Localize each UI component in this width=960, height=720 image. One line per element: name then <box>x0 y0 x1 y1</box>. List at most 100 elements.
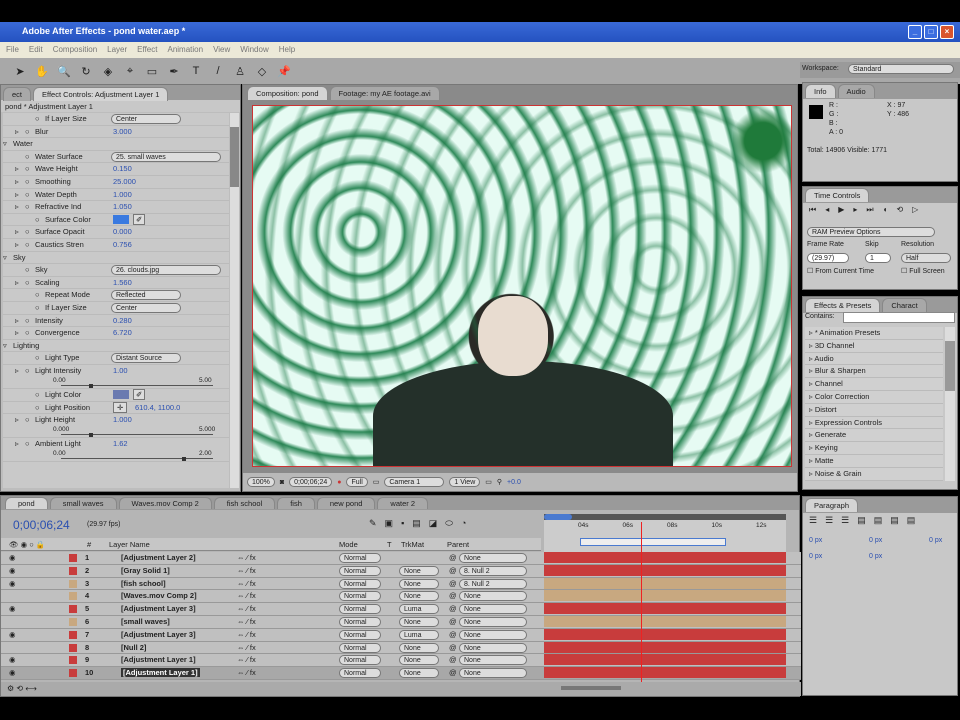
tab-footage[interactable]: Footage: my AE footage.avi <box>329 86 440 100</box>
parent-dropdown[interactable]: None <box>459 617 527 627</box>
switch-icons[interactable]: ⇔ ⁄ fx <box>237 566 256 575</box>
slider-thumb[interactable] <box>182 457 187 462</box>
menu-edit[interactable]: Edit <box>29 45 43 55</box>
camera-dropdown[interactable]: Camera 1 <box>384 477 445 487</box>
label-color[interactable] <box>69 566 77 575</box>
expand-triangle-icon[interactable]: ▹ <box>15 366 19 375</box>
trkmat-dropdown[interactable]: None <box>399 655 439 666</box>
preview-options-dropdown[interactable]: RAM Preview Options <box>807 227 935 237</box>
property-value[interactable]: 1.560 <box>113 278 132 287</box>
label-color[interactable] <box>69 618 77 626</box>
hide-shy-icon[interactable]: ▪ <box>401 518 404 529</box>
prev-frame-icon[interactable]: ◂ <box>825 205 829 215</box>
stopwatch-icon[interactable]: ○ <box>25 240 30 249</box>
property-dropdown[interactable]: Reflected <box>111 290 181 301</box>
composition-preview[interactable] <box>252 105 792 467</box>
stopwatch-icon[interactable]: ○ <box>25 152 30 161</box>
visibility-eye-icon[interactable]: ◉ <box>9 566 16 575</box>
full-screen-checkbox[interactable]: ☐ Full Screen <box>901 267 945 275</box>
effect-property-row[interactable]: ○ ▹ Refractive Ind 1.050 <box>3 201 229 214</box>
switch-icons[interactable]: ⇔ ⁄ fx <box>237 668 256 677</box>
slider-track[interactable] <box>61 458 213 460</box>
stopwatch-icon[interactable]: ○ <box>25 265 30 274</box>
layer-duration-bar[interactable] <box>544 628 786 640</box>
scrollbar[interactable] <box>945 327 955 481</box>
layer-row[interactable]: ◉ 2 [Gray Solid 1] ⇔ ⁄ fx Normal None @8. Null… <box>1 564 801 578</box>
rotate-icon[interactable]: ↻ <box>78 65 94 78</box>
expand-triangle-icon[interactable]: ▿ <box>3 341 7 350</box>
tab-character[interactable]: Charact <box>882 298 927 312</box>
mode-dropdown[interactable]: Normal <box>339 604 381 615</box>
layer-name[interactable]: [Waves.mov Comp 2] <box>121 591 197 600</box>
switch-icons[interactable]: ⇔ ⁄ fx <box>237 630 256 639</box>
trkmat-dropdown[interactable]: None <box>399 578 439 589</box>
stopwatch-icon[interactable]: ○ <box>35 303 40 312</box>
layer-name[interactable]: [Gray Solid 1] <box>121 566 170 575</box>
mode-dropdown[interactable]: Normal <box>339 668 381 679</box>
stopwatch-icon[interactable]: ○ <box>35 114 40 123</box>
fast-previews-icon[interactable]: ⚲ <box>497 478 502 486</box>
effect-property-row[interactable]: ○ If Layer Size Center <box>3 113 229 126</box>
brush-icon[interactable]: / <box>210 65 226 77</box>
expand-triangle-icon[interactable]: ▹ <box>15 190 19 199</box>
layer-name[interactable]: [Adjustment Layer 2] <box>121 553 196 562</box>
effect-category-item[interactable]: ▹ Color Correction <box>805 391 943 404</box>
expand-triangle-icon[interactable]: ▹ <box>15 439 19 448</box>
layer-name-header[interactable]: Layer Name <box>109 540 150 549</box>
visibility-eye-icon[interactable]: ◉ <box>9 553 16 562</box>
draft-3d-icon[interactable]: ▣ <box>385 518 394 529</box>
tab-composition[interactable]: Composition: pond <box>247 86 328 100</box>
expand-triangle-icon[interactable]: ▿ <box>3 253 7 262</box>
toggle-switches-icon[interactable]: ⚙ ⟲ ⟷ <box>7 684 37 693</box>
layer-row[interactable]: 4 [Waves.mov Comp 2] ⇔ ⁄ fx Normal None @ None <box>1 590 801 604</box>
layer-row[interactable]: 6 [small waves] ⇔ ⁄ fx Normal None @ None <box>1 616 801 629</box>
visibility-eye-icon[interactable]: ◉ <box>9 630 16 639</box>
timeline-tab[interactable]: fish school <box>213 497 276 509</box>
pickwhip-icon[interactable]: @ <box>449 630 457 639</box>
timeline-tab[interactable]: fish <box>277 497 315 509</box>
effect-property-row[interactable]: ○ ▹ Light Height 1.000 0.000 5.000 <box>3 414 229 439</box>
slider-thumb[interactable] <box>89 384 94 388</box>
effect-category-item[interactable]: ▹ * Animation Presets <box>805 327 943 340</box>
property-value[interactable]: 0.150 <box>113 164 132 173</box>
trkmat-dropdown[interactable]: None <box>399 591 439 602</box>
mode-dropdown[interactable]: Normal <box>339 629 381 640</box>
effect-category-item[interactable]: ▹ Distort <box>805 404 943 417</box>
effect-property-row[interactable]: ○ Light Type Distant Source <box>3 352 229 365</box>
text-icon[interactable]: T <box>188 65 204 77</box>
trkmat-dropdown[interactable]: None <box>399 642 439 653</box>
label-color[interactable] <box>69 669 77 678</box>
effect-category-item[interactable]: ▹ Matte <box>805 455 943 468</box>
justify-right-icon[interactable]: ▤ <box>890 515 899 526</box>
expand-triangle-icon[interactable]: ▹ <box>15 328 19 337</box>
view-layout-dropdown[interactable]: 1 View <box>449 477 481 487</box>
rectangle-mask-icon[interactable]: ▭ <box>144 65 160 78</box>
stopwatch-icon[interactable]: ○ <box>35 215 40 224</box>
parent-dropdown[interactable]: None <box>459 655 527 666</box>
stopwatch-icon[interactable]: ○ <box>35 290 40 299</box>
switch-icons[interactable]: ⇔ ⁄ fx <box>237 591 256 600</box>
property-value[interactable]: 1.00 <box>113 366 128 375</box>
layer-row[interactable]: ◉ 1 [Adjustment Layer 2] ⇔ ⁄ fx Normal @ None <box>1 552 801 565</box>
parent-dropdown[interactable]: None <box>459 591 527 602</box>
first-frame-icon[interactable]: ⏮ <box>809 205 816 215</box>
tab-paragraph[interactable]: Paragraph <box>805 498 859 512</box>
switch-icons[interactable]: ⇔ ⁄ fx <box>237 655 256 664</box>
layer-row[interactable]: ◉ 9 [Adjustment Layer 1] ⇔ ⁄ fx Normal None @ N… <box>1 654 801 668</box>
stopwatch-icon[interactable]: ○ <box>25 278 30 287</box>
effect-property-row[interactable]: ▿ Sky <box>3 252 229 265</box>
mode-dropdown[interactable]: Normal <box>339 578 381 589</box>
zoom-icon[interactable]: 🔍 <box>56 65 72 78</box>
exposure-value[interactable]: +0.0 <box>507 479 521 486</box>
layer-name[interactable]: [Adjustment Layer 3] <box>121 604 196 613</box>
region-of-interest-icon[interactable]: ▭ <box>373 478 380 486</box>
effect-property-row[interactable]: ○ ▹ Water Depth 1.000 <box>3 189 229 202</box>
pickwhip-icon[interactable]: @ <box>449 643 457 652</box>
puppet-pin-icon[interactable]: 📌 <box>276 65 292 78</box>
mode-dropdown[interactable]: Normal <box>339 642 381 653</box>
trkmat-dropdown[interactable]: None <box>399 617 439 627</box>
first-line-indent-field[interactable]: 0 px <box>809 553 822 560</box>
effect-property-row[interactable]: ○ ▹ Wave Height 0.150 <box>3 163 229 176</box>
slider-track[interactable] <box>61 385 213 386</box>
effect-property-row[interactable]: ○ ▹ Intensity 0.280 <box>3 315 229 328</box>
